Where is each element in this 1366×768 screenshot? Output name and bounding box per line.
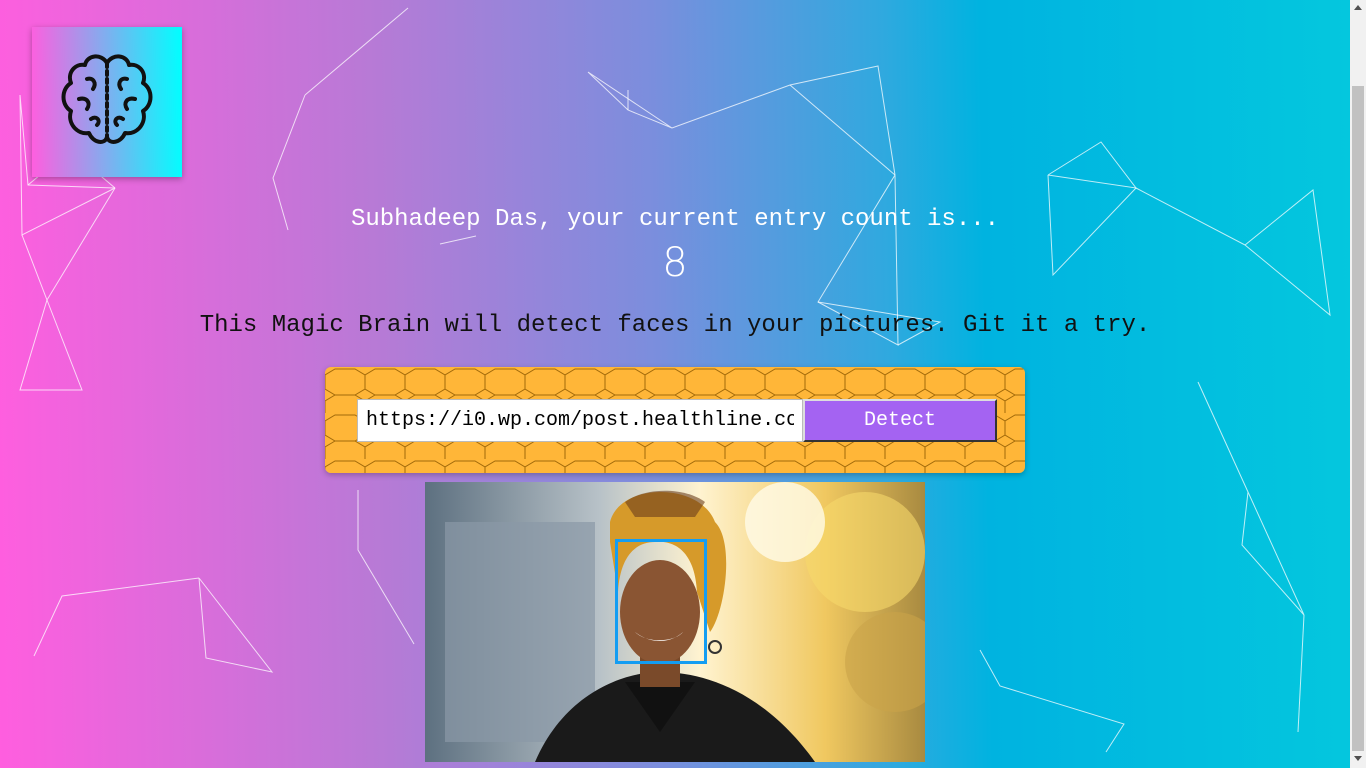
scrollbar-thumb[interactable] bbox=[1352, 86, 1364, 751]
scroll-down-arrow-icon[interactable] bbox=[1350, 751, 1366, 768]
intro-text: This Magic Brain will detect faces in yo… bbox=[199, 312, 1151, 339]
image-url-input[interactable] bbox=[357, 399, 803, 442]
face-bounding-box bbox=[615, 539, 707, 664]
scrollbar[interactable] bbox=[1350, 0, 1366, 768]
entry-count-value: 8 bbox=[662, 240, 688, 286]
logo-tile bbox=[32, 27, 182, 177]
scroll-up-arrow-icon[interactable] bbox=[1350, 0, 1366, 17]
entry-count-label: Subhadeep Das, your current entry count … bbox=[350, 206, 1000, 233]
detect-button[interactable]: Detect bbox=[803, 399, 997, 442]
image-link-form: Detect bbox=[325, 367, 1025, 473]
result-image bbox=[425, 482, 925, 762]
brain-icon bbox=[61, 54, 153, 144]
